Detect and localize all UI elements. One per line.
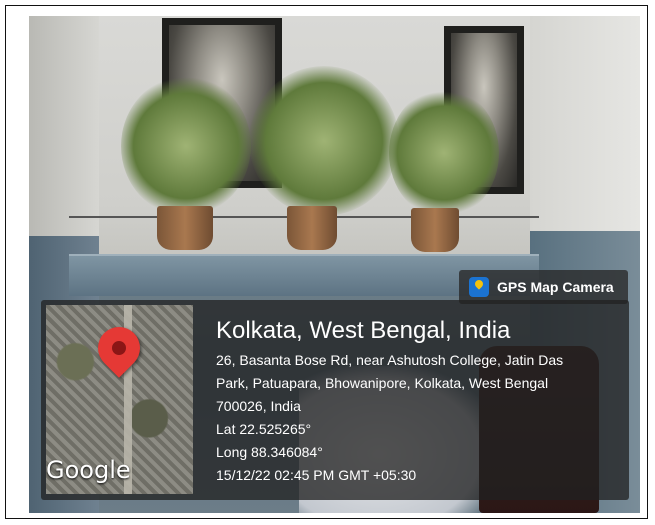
plant-pot-3 [411,208,459,252]
map-thumbnail: Google [46,305,193,494]
plant-leaves-2 [249,66,399,216]
location-text: Kolkata, West Bengal, India 26, Basanta … [216,317,626,487]
address-line-2: Park, Patuapara, Bhowanipore, Kolkata, W… [216,375,549,391]
badge-label: GPS Map Camera [497,279,614,295]
address-line-1: 26, Basanta Bose Rd, near Ashutosh Colle… [216,352,564,368]
map-pin-icon [469,277,489,297]
longitude: Long 88.346084° [216,444,323,460]
plant-pot-1 [157,206,213,250]
plant-pot-2 [287,206,337,250]
latitude: Lat 22.525265° [216,421,312,437]
address-line-3: 700026, India [216,398,301,414]
location-title: Kolkata, West Bengal, India [216,317,511,344]
location-marker-icon [89,318,149,378]
google-logo: Google [46,456,131,484]
timestamp: 15/12/22 02:45 PM GMT +05:30 [216,467,417,483]
gps-map-camera-badge: GPS Map Camera [459,270,628,304]
plant-leaves-1 [121,76,251,216]
plant-leaves-3 [389,88,499,218]
